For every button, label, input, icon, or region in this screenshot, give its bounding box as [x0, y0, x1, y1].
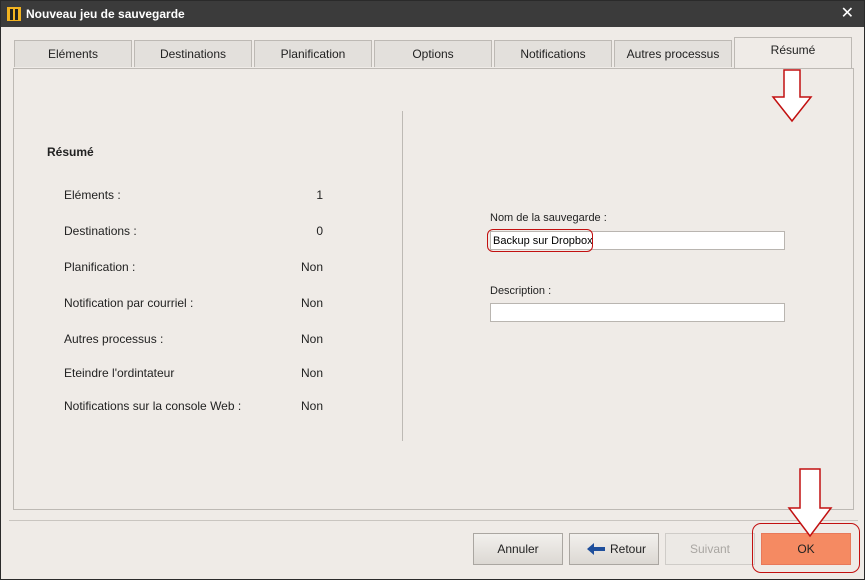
tab-planification[interactable]: Planification [254, 40, 372, 67]
vertical-divider [402, 111, 403, 441]
description-label: Description : [490, 285, 552, 297]
summary-label-courriel: Notification par courriel : [64, 296, 194, 310]
tab-resume[interactable]: Résumé [734, 37, 852, 68]
tab-destinations[interactable]: Destinations [134, 40, 252, 67]
dialog-window: Nouveau jeu de sauvegarde ✕ Eléments Des… [0, 0, 865, 580]
backup-name-input[interactable] [490, 231, 785, 250]
ok-button[interactable]: OK [761, 533, 851, 565]
cancel-button[interactable]: Annuler [473, 533, 563, 565]
resume-panel: Résumé Eléments : 1 Destinations : 0 Pla… [13, 68, 854, 510]
next-button[interactable]: Suivant [665, 533, 755, 565]
app-logo-icon [7, 7, 21, 21]
summary-label-autres-processus: Autres processus : [64, 332, 164, 346]
backup-name-label: Nom de la sauvegarde : [490, 212, 607, 224]
summary-label-console-web: Notifications sur la console Web : [64, 399, 242, 413]
tab-autres-processus[interactable]: Autres processus [614, 40, 732, 67]
summary-value-courriel: Non [300, 296, 323, 310]
description-input[interactable] [490, 303, 785, 322]
summary-value-autres-processus: Non [300, 332, 323, 346]
summary-label-planification: Planification : [64, 260, 136, 274]
tab-elements[interactable]: Eléments [14, 40, 132, 67]
back-arrow-icon [587, 543, 605, 555]
tab-options[interactable]: Options [374, 40, 492, 67]
tab-notifications[interactable]: Notifications [494, 40, 612, 67]
title-bar: Nouveau jeu de sauvegarde ✕ [1, 1, 864, 27]
summary-value-elements: 1 [316, 188, 323, 202]
summary-value-destinations: 0 [316, 224, 323, 238]
summary-value-console-web: Non [300, 399, 323, 413]
summary-label-elements: Eléments : [64, 188, 121, 202]
summary-value-planification: Non [300, 260, 323, 274]
summary-title: Résumé [47, 145, 94, 159]
back-button-label: Retour [610, 542, 647, 556]
back-button[interactable]: Retour [569, 533, 659, 565]
footer-divider [9, 520, 858, 521]
window-title: Nouveau jeu de sauvegarde [26, 7, 185, 21]
summary-value-eteindre: Non [300, 366, 323, 380]
close-icon[interactable]: ✕ [841, 4, 854, 24]
summary-label-destinations: Destinations : [64, 224, 137, 238]
summary-label-eteindre: Eteindre l'ordintateur [64, 366, 175, 380]
